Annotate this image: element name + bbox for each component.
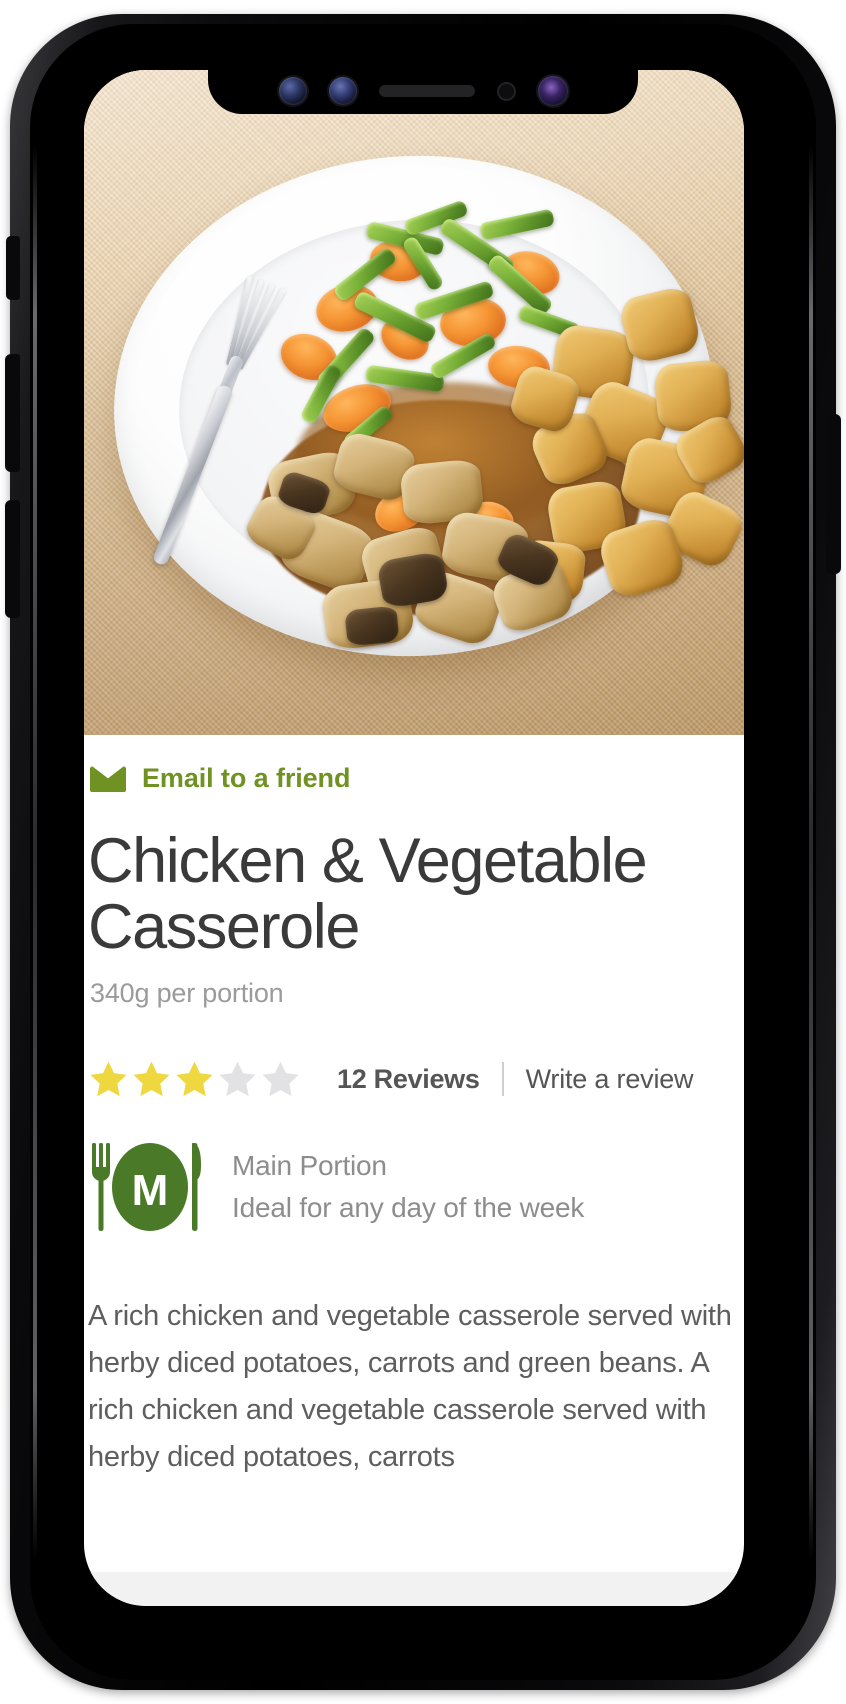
phone-notch bbox=[208, 62, 638, 114]
front-camera-icon bbox=[278, 77, 307, 105]
portion-size-label: 340g per portion bbox=[90, 978, 284, 1009]
envelope-icon bbox=[90, 765, 126, 792]
front-camera-icon bbox=[537, 76, 568, 106]
email-to-friend-link[interactable]: Email to a friend bbox=[86, 735, 742, 792]
recipe-content: Email to a friend Chicken & Vegetable Ca… bbox=[84, 735, 744, 1482]
recipe-hero-image bbox=[84, 70, 744, 735]
frame-rail-left bbox=[33, 144, 37, 1560]
write-review-link[interactable]: Write a review bbox=[526, 1064, 694, 1095]
reviews-count-link[interactable]: 12 Reviews bbox=[337, 1064, 480, 1095]
star-filled-icon bbox=[133, 1061, 170, 1097]
star-empty-icon bbox=[262, 1061, 299, 1097]
page-title: Chicken & Vegetable Casserole bbox=[88, 826, 648, 963]
vertical-divider bbox=[501, 1062, 504, 1097]
star-filled-icon bbox=[90, 1061, 127, 1097]
rating-row: 12 Reviews Write a review bbox=[88, 1059, 742, 1099]
proximity-sensor-icon bbox=[496, 81, 516, 101]
frame-rail-right bbox=[809, 144, 813, 1560]
portion-badge: M Main Portion Ideal for any day of the … bbox=[88, 1139, 742, 1235]
screen-bottom-strip bbox=[84, 1572, 744, 1606]
email-to-friend-label: Email to a friend bbox=[142, 763, 351, 793]
main-portion-mark: M bbox=[92, 1143, 201, 1232]
phone-frame: Email to a friend Chicken & Vegetable Ca… bbox=[5, 14, 841, 1690]
phone-bezel: Email to a friend Chicken & Vegetable Ca… bbox=[30, 24, 816, 1680]
screenshot-stage: Email to a friend Chicken & Vegetable Ca… bbox=[0, 0, 846, 1704]
badge-title: Main Portion bbox=[232, 1149, 387, 1181]
badge-letter: M bbox=[132, 1166, 169, 1215]
front-camera-icon bbox=[328, 77, 357, 105]
star-rating[interactable] bbox=[88, 1059, 301, 1099]
product-description: A rich chicken and vegetable casserole s… bbox=[88, 1300, 732, 1474]
star-filled-icon bbox=[176, 1061, 213, 1097]
fork-knife-plate-icon: M bbox=[88, 1139, 212, 1235]
silent-switch[interactable] bbox=[6, 236, 20, 300]
phone-screen: Email to a friend Chicken & Vegetable Ca… bbox=[84, 70, 744, 1606]
earpiece-speaker-icon bbox=[378, 85, 475, 97]
power-button[interactable] bbox=[826, 414, 841, 574]
star-empty-icon bbox=[219, 1061, 256, 1097]
volume-up-button[interactable] bbox=[5, 354, 20, 472]
volume-down-button[interactable] bbox=[5, 500, 20, 618]
badge-text-block: Main Portion Ideal for any day of the we… bbox=[232, 1148, 584, 1227]
badge-subtitle: Ideal for any day of the week bbox=[232, 1191, 585, 1223]
mushroom-piece bbox=[344, 605, 400, 647]
